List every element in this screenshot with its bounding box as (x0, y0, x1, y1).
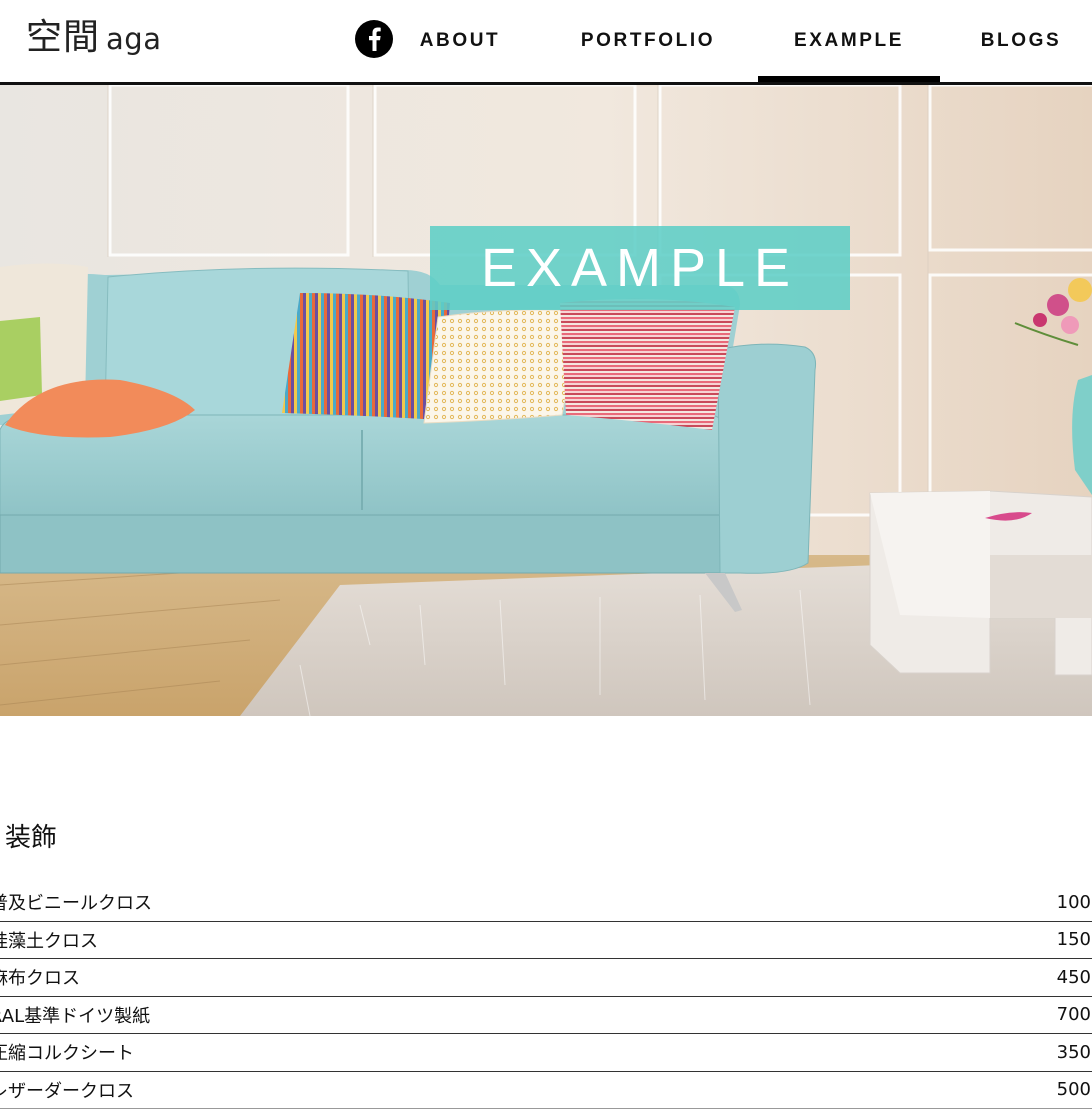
price-item-value: 450 (1056, 966, 1091, 988)
living-room-photo (0, 85, 1092, 716)
price-item-name: レザーダークロス (0, 1080, 134, 1102)
price-item-value: 100 (1056, 891, 1091, 913)
price-item-value: 350 (1056, 1041, 1091, 1063)
hero-banner: EXAMPLE (430, 226, 850, 310)
price-row: 麻布クロス 450 (0, 959, 1092, 997)
logo-kanji: 空間 (26, 17, 101, 58)
nav-about[interactable]: ABOUT (410, 0, 510, 82)
price-item-value: 500 (1056, 1079, 1091, 1101)
nav-blogs[interactable]: BLOGS (975, 0, 1067, 82)
price-item-name: RAL基準ドイツ製紙 (0, 1005, 151, 1027)
price-row: RAL基準ドイツ製紙 700 (0, 997, 1092, 1034)
price-item-name: 麻布クロス (0, 968, 80, 990)
price-item-name: 圧縮コルクシート (0, 1043, 134, 1065)
price-item-value: 700 (1056, 1004, 1091, 1026)
price-row: 珪藻土クロス 150 (0, 922, 1092, 959)
hero-title: EXAMPLE (480, 238, 800, 298)
price-item-value: 150 (1056, 929, 1091, 951)
nav-active-indicator (758, 76, 940, 82)
price-list: 普及ビニールクロス 100 珪藻土クロス 150 麻布クロス 450 RAL基準… (0, 884, 1092, 1109)
logo-roman: aga (106, 22, 162, 56)
price-row: 圧縮コルクシート 350 (0, 1034, 1092, 1072)
hero-section: EXAMPLE (0, 85, 1092, 716)
site-logo[interactable]: 空間 aga (26, 16, 161, 60)
facebook-icon[interactable] (355, 20, 393, 58)
price-item-name: 普及ビニールクロス (0, 893, 152, 915)
site-header: 空間 aga ABOUT PORTFOLIO EXAMPLE BLOGS (0, 0, 1092, 85)
price-row: レザーダークロス 500 (0, 1072, 1092, 1109)
section-title: 装飾 (5, 823, 58, 853)
price-row: 普及ビニールクロス 100 (0, 884, 1092, 922)
nav-portfolio[interactable]: PORTFOLIO (574, 0, 722, 82)
price-item-name: 珪藻土クロス (0, 930, 98, 952)
nav-example[interactable]: EXAMPLE (758, 0, 940, 82)
